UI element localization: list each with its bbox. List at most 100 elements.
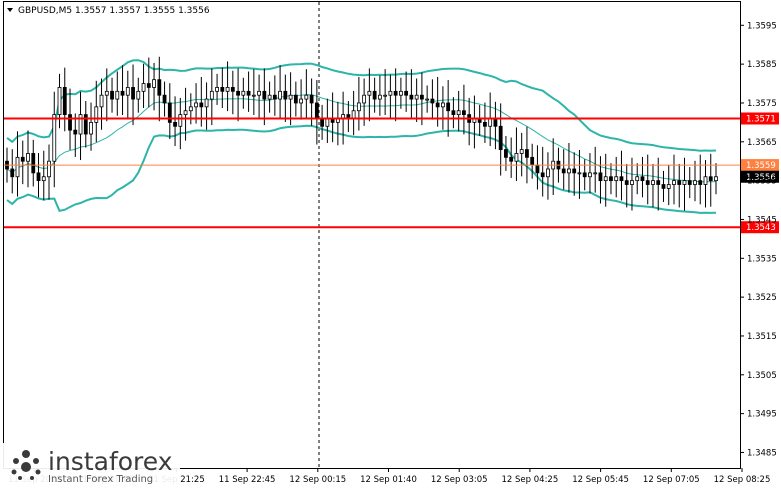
candle — [204, 82, 209, 130]
x-tick-label: 11 Sep 22:45 — [219, 475, 276, 485]
candle — [99, 78, 104, 130]
dropdown-arrow-icon[interactable] — [7, 8, 13, 12]
candle — [514, 127, 519, 182]
candle — [666, 164, 671, 206]
y-tick-label: 1.3515 — [747, 332, 777, 342]
candle — [236, 68, 240, 122]
candle — [120, 65, 125, 116]
candle — [94, 80, 99, 143]
candle — [441, 86, 445, 130]
candle — [52, 91, 57, 188]
price-chart: 1.35711.35591.35431.3556 1.35951.35851.3… — [3, 1, 779, 485]
y-tick-label: 1.3495 — [747, 410, 777, 420]
candle — [414, 78, 419, 122]
candle — [614, 156, 619, 198]
candle — [477, 104, 482, 136]
candle — [304, 69, 309, 119]
candle — [36, 153, 41, 198]
chart-title-text: GBPUSD,M5 1.3557 1.3557 1.3555 1.3556 — [18, 6, 210, 16]
candle — [15, 131, 20, 197]
y-tick-label: 1.3575 — [747, 99, 777, 109]
candle — [225, 61, 230, 112]
y-tick-label: 1.3525 — [747, 293, 777, 303]
y-tick-label: 1.3585 — [747, 60, 777, 70]
candle — [698, 154, 703, 205]
candle — [640, 156, 645, 198]
brand-tagline: Instant Forex Trading — [48, 474, 154, 485]
candle — [10, 149, 15, 194]
candle — [519, 132, 524, 177]
candle — [714, 163, 718, 195]
level-tag-label: 1.3571 — [746, 115, 776, 125]
candle — [630, 157, 634, 211]
candle — [504, 135, 508, 171]
candle — [377, 75, 382, 116]
candle — [41, 150, 46, 201]
candle — [314, 80, 319, 145]
y-tick-label: 1.3535 — [747, 254, 777, 264]
candle — [693, 160, 697, 202]
candle — [635, 163, 640, 195]
candle — [582, 159, 587, 191]
candle — [708, 153, 713, 207]
candle — [682, 157, 687, 211]
candle — [136, 77, 141, 113]
candle — [677, 163, 682, 208]
candle — [157, 56, 162, 122]
candle — [188, 93, 193, 125]
candle — [83, 101, 88, 148]
candle — [398, 77, 403, 109]
candle — [230, 70, 235, 115]
x-tick-label: 12 Sep 07:05 — [643, 475, 700, 485]
candle — [687, 167, 692, 199]
candle — [62, 67, 67, 132]
candle — [661, 170, 666, 202]
candle — [299, 79, 304, 120]
chart-title: GBPUSD,M5 1.3557 1.3557 1.3555 1.3556 — [7, 6, 210, 16]
candle — [525, 126, 529, 184]
candle — [73, 113, 78, 157]
candle — [409, 69, 414, 119]
candle — [257, 74, 261, 119]
candle — [330, 92, 335, 143]
price-axis: 1.3595 1.3585 1.3575 1.3565 1.3555 1.3545 1.35… — [740, 21, 777, 458]
candle — [651, 163, 655, 208]
candle — [26, 130, 30, 188]
y-tick-label: 1.3565 — [747, 138, 777, 148]
candle — [20, 140, 25, 185]
candle — [78, 91, 83, 161]
candle — [325, 98, 330, 143]
candle — [425, 85, 430, 113]
candle — [351, 90, 356, 136]
candle — [356, 76, 361, 131]
candle — [656, 157, 661, 211]
candle — [288, 72, 293, 126]
candle — [446, 80, 451, 137]
candle — [388, 74, 393, 119]
x-tick-label: 12 Sep 05:45 — [572, 475, 629, 485]
candle — [209, 68, 214, 126]
candle — [125, 70, 130, 119]
candle — [372, 77, 377, 113]
candle — [546, 152, 550, 200]
candle — [110, 77, 114, 113]
candle — [609, 163, 613, 195]
candle — [246, 71, 251, 112]
candle — [703, 160, 708, 208]
candle — [278, 65, 282, 119]
candle — [462, 84, 466, 135]
brand-name: instaforex — [48, 447, 173, 476]
y-tick-label: 1.3545 — [747, 215, 777, 225]
candle — [383, 69, 388, 116]
candle — [593, 146, 598, 193]
candle — [31, 139, 36, 187]
x-tick-label: 12 Sep 04:25 — [502, 475, 559, 485]
candle — [535, 145, 540, 190]
candle — [588, 153, 592, 194]
candle — [540, 146, 545, 197]
candle — [262, 68, 267, 126]
y-tick-label: 1.3505 — [747, 371, 777, 381]
candle — [451, 97, 456, 129]
candle — [167, 83, 172, 140]
candle — [645, 154, 650, 205]
